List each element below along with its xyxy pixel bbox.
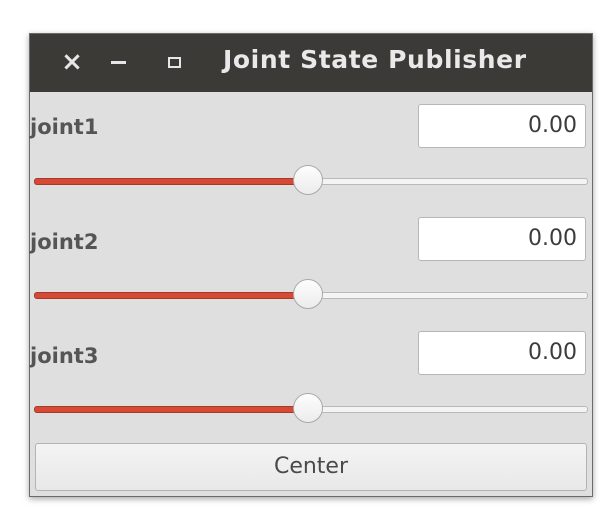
joint-value-field-joint2[interactable]: 0.00 (418, 217, 586, 261)
slider-handle[interactable] (293, 165, 323, 195)
minimize-icon (110, 60, 126, 64)
slider-fill (34, 406, 308, 413)
maximize-button[interactable] (160, 48, 188, 76)
joint-label-joint2: joint2 (30, 230, 99, 254)
joint-label-joint3: joint3 (30, 344, 99, 368)
joint-state-publisher-window: × Joint State Publisher joint1 0.00 join… (29, 33, 593, 497)
joint-slider-joint1[interactable] (34, 165, 588, 199)
joint-label-joint1: joint1 (30, 115, 99, 139)
joint-slider-joint3[interactable] (34, 393, 588, 427)
center-button[interactable]: Center (35, 443, 587, 491)
slider-handle[interactable] (293, 279, 323, 309)
slider-fill (34, 178, 308, 185)
slider-handle[interactable] (293, 393, 323, 423)
joint-value-field-joint1[interactable]: 0.00 (418, 104, 586, 148)
window-title: Joint State Publisher (223, 45, 527, 74)
close-icon: × (61, 47, 83, 77)
slider-fill (34, 292, 308, 299)
close-button[interactable]: × (58, 47, 86, 77)
minimize-button[interactable] (104, 48, 132, 76)
maximize-icon (167, 56, 181, 68)
joint-value-field-joint3[interactable]: 0.00 (418, 331, 586, 375)
joint-slider-joint2[interactable] (34, 279, 588, 313)
titlebar: × Joint State Publisher (30, 34, 592, 92)
